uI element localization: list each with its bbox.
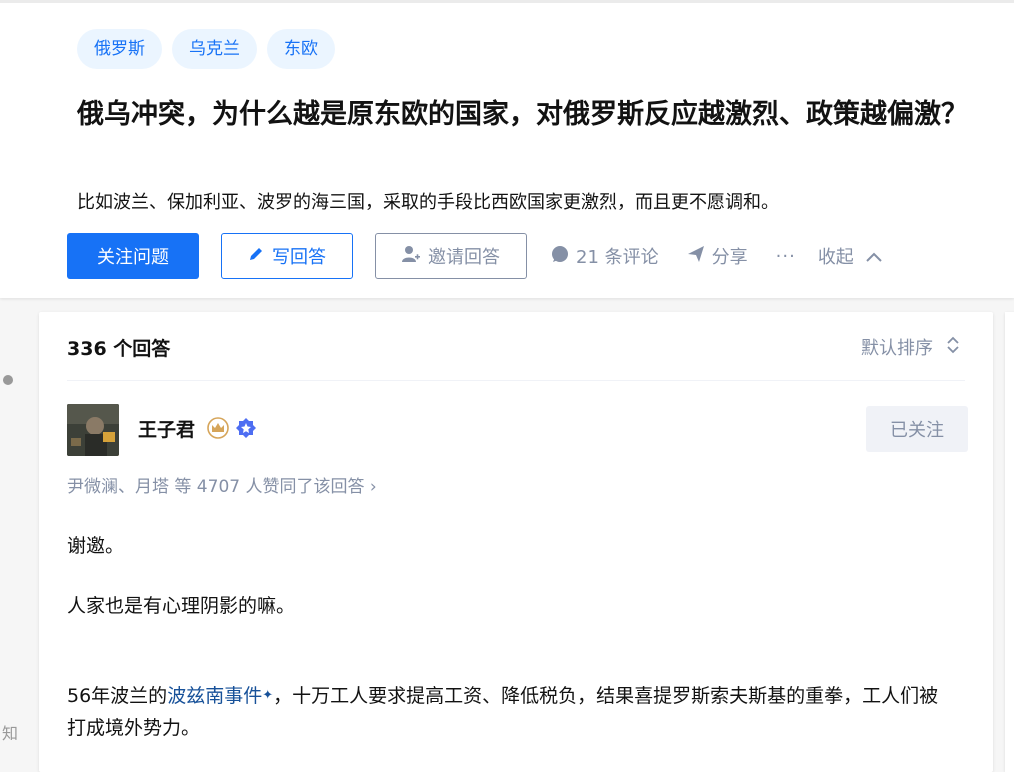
side-panel-text: 知: [2, 724, 19, 743]
collapse-label: 收起: [817, 247, 854, 268]
answers-header: 336 个回答 默认排序: [67, 328, 965, 381]
invite-user-icon: [402, 245, 420, 268]
follow-question-button[interactable]: 关注问题: [67, 233, 199, 279]
sort-dropdown[interactable]: 默认排序: [861, 334, 959, 360]
sort-label: 默认排序: [861, 338, 933, 359]
comments-button[interactable]: 21 条评论: [551, 243, 659, 269]
crown-badge-icon[interactable]: [207, 417, 229, 443]
question-header: 俄罗斯 乌克兰 东欧 俄乌冲突，为什么越是原东欧的国家，对俄罗斯反应越激烈、政策…: [0, 0, 1014, 298]
answer-paragraph-1: 谢邀。: [67, 535, 125, 557]
more-button[interactable]: ···: [776, 246, 796, 267]
answer-paragraph-3: 56年波兰的波兹南事件✦，十万工人要求提高工资、降低税负，结果喜提罗斯索夫斯基的…: [67, 680, 957, 744]
avatar[interactable]: [67, 404, 119, 456]
answers-card: 336 个回答 默认排序 王子君 已关注 尹微澜、月塔 等 4707 人赞同了该…: [39, 312, 993, 772]
question-actions: 关注问题 写回答 邀请回答 21 条评论 分享 ··· 收起: [67, 233, 882, 279]
invite-answer-button[interactable]: 邀请回答: [375, 233, 527, 279]
share-icon: [687, 245, 705, 268]
write-answer-button[interactable]: 写回答: [221, 233, 353, 279]
follow-author-button[interactable]: 已关注: [866, 406, 968, 452]
poznan-event-link[interactable]: 波兹南事件: [167, 685, 262, 707]
question-title: 俄乌冲突，为什么越是原东欧的国家，对俄罗斯反应越激烈、政策越偏激？: [77, 99, 968, 130]
spark-icon: ✦: [262, 688, 274, 703]
answer-paragraph-2: 人家也是有心理阴影的嘛。: [67, 595, 296, 617]
collapse-button[interactable]: 收起: [818, 243, 882, 269]
question-detail: 比如波兰、保加利亚、波罗的海三国，采取的手段比西欧国家更激烈，而且更不愿调和。: [77, 192, 779, 213]
chevron-up-icon: [866, 246, 882, 267]
side-dot-icon: [3, 375, 13, 385]
author-badges: [207, 417, 257, 443]
invite-answer-label: 邀请回答: [428, 247, 500, 268]
comment-icon: [551, 245, 569, 268]
verified-badge-icon[interactable]: [235, 417, 257, 443]
topic-tag-eastern-europe[interactable]: 东欧: [267, 29, 335, 69]
paragraph-text-prefix: 56年波兰的: [67, 685, 168, 707]
share-label: 分享: [711, 247, 748, 268]
write-answer-label: 写回答: [272, 247, 326, 268]
author-name[interactable]: 王子君: [138, 415, 195, 442]
pen-icon: [248, 246, 264, 267]
topic-tag-russia[interactable]: 俄罗斯: [77, 29, 162, 69]
topic-tag-ukraine[interactable]: 乌克兰: [172, 29, 257, 69]
topic-tags: 俄罗斯 乌克兰 东欧: [77, 29, 335, 69]
comments-label: 21 条评论: [576, 247, 659, 268]
share-button[interactable]: 分享: [687, 243, 748, 269]
sort-icon: [947, 336, 959, 359]
side-panel: [1005, 312, 1014, 772]
answer-author: 王子君 已关注: [67, 404, 968, 456]
voters-summary[interactable]: 尹微澜、月塔 等 4707 人赞同了该回答 ›: [67, 472, 377, 497]
answer-count: 336 个回答: [67, 338, 171, 360]
